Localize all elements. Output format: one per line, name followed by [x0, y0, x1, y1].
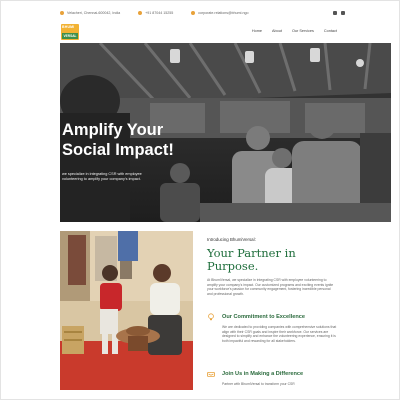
email-text[interactable]: corporate.relations@bhumi.ngo [198, 11, 248, 15]
feature-title-join: Join Us in Making a Difference [222, 371, 304, 377]
handshake-icon [207, 372, 215, 377]
hero-title-line1: Amplify Your [62, 121, 164, 139]
location-icon [60, 11, 64, 15]
nav-home[interactable]: Home [252, 29, 262, 33]
nav-contact[interactable]: Contact [324, 29, 337, 33]
pottery-photo [60, 231, 193, 390]
address-text: Velacheri, Chennai-600042, India [67, 11, 121, 15]
phone-icon [138, 11, 143, 15]
hero-title-line2: Social Impact! [62, 141, 174, 159]
email-icon [191, 11, 196, 15]
address-info: Velacheri, Chennai-600042, India [60, 11, 120, 15]
facebook-icon[interactable] [333, 11, 337, 15]
instagram-icon[interactable] [341, 11, 345, 15]
logo-line1: BHUMI [62, 25, 75, 29]
social-links [333, 11, 345, 15]
phone-info[interactable]: +91 87044 15255 [138, 11, 173, 15]
main-nav: Home About Our Services Contact [252, 29, 337, 33]
hero-title: Amplify Your Social Impact! [62, 120, 262, 160]
hero-subtitle: we specialize in integrating CSR with em… [62, 172, 142, 182]
nav-our-services[interactable]: Our Services [292, 29, 314, 33]
logo-line2: VERSAL [62, 33, 78, 39]
site-logo[interactable]: BHUMI VERSAL [61, 24, 79, 40]
email-info[interactable]: corporate.relations@bhumi.ngo [191, 11, 248, 15]
feature-text-excellence: We are dedicated to providing companies … [222, 325, 337, 343]
nav-about[interactable]: About [272, 29, 282, 33]
intro-paragraph: At BhumiVersal, we specialize in integra… [207, 278, 334, 296]
feature-text-join: Partner with BhumiVersal to transform yo… [222, 382, 295, 386]
lightbulb-icon [208, 313, 214, 321]
phone-text[interactable]: +91 87044 15255 [145, 11, 173, 15]
intro-eyebrow: Introducing BhumiVersal: [207, 237, 256, 242]
feature-title-excellence: Our Commitment to Excellence [222, 314, 305, 320]
top-info-bar: Velacheri, Chennai-600042, India +91 870… [60, 8, 345, 18]
intro-heading: Your Partner in Purpose. [207, 247, 337, 273]
intro-heading-line2: Purpose. [207, 259, 259, 273]
